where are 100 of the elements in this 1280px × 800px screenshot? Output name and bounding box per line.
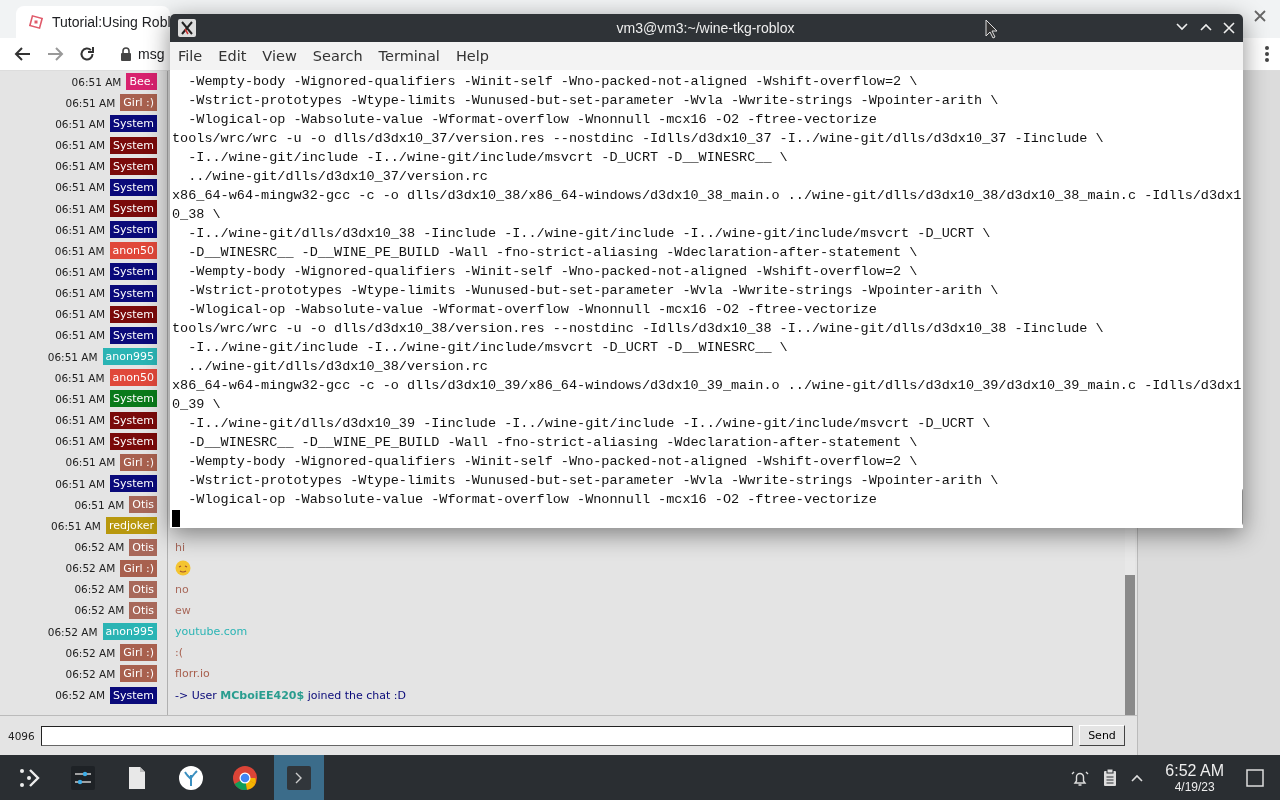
user-name: Girl :) — [120, 453, 157, 471]
terminal-line: -Wlogical-op -Wabsolute-value -Wformat-overflow -Wnonnull -mcx16 -O2 -ftree-vectorize — [187, 491, 878, 509]
window-title: vm3@vm3:~/wine-tkg-roblox — [616, 20, 795, 36]
terminal-line: -I../wine-git/dlls/d3dx10_39 -Iinclude -I../wine-git/include -I../wine-git/include/msvcrt -D_UCRT \ — [187, 415, 992, 433]
terminal-line: ../wine-git/dlls/d3dx10_37/version.rc — [187, 168, 489, 186]
message-time: 06:51 AM — [55, 223, 105, 236]
browser-tab[interactable]: Tutorial:Using Robl — [16, 6, 170, 38]
terminal-line: -Wlogical-op -Wabsolute-value -Wformat-overflow -Wnonnull -mcx16 -O2 -ftree-vectorize — [187, 301, 878, 319]
chat-message: hi — [175, 540, 186, 554]
user-name: Bee. — [126, 73, 157, 91]
menu-item[interactable]: Search — [304, 48, 371, 64]
terminal-line: -Wlogical-op -Wabsolute-value -Wformat-overflow -Wnonnull -mcx16 -O2 -ftree-vectorize — [187, 111, 878, 129]
user-name: System — [109, 115, 157, 133]
user-name: Girl :) — [120, 644, 157, 662]
chat-message: no — [175, 582, 189, 596]
user-name: anon50 — [109, 242, 157, 260]
message-time: 06:51 AM — [55, 202, 105, 215]
message-time: 06:51 AM — [55, 329, 105, 342]
menu-item[interactable]: View — [254, 48, 305, 64]
terminal-line: -Wstrict-prototypes -Wtype-limits -Wunused-but-set-parameter -Wvla -Wwrite-strings -Wpointer-arith \ — [187, 92, 1000, 110]
reload-icon — [78, 45, 96, 63]
mouse-pointer-icon — [985, 19, 999, 39]
terminal-line: -I../wine-git/include -I../wine-git/include/msvcrt -D_UCRT -D__WINESRC__ \ — [187, 149, 789, 167]
user-name: anon50 — [109, 369, 157, 387]
user-name: System — [109, 475, 157, 493]
terminal-line: tools/wrc/wrc -u -o dlls/d3dx10_37/version.res --nostdinc -Idlls/d3dx10_37 -I../wine-git/dlls/d3dx10_37 -Iinclude \ — [172, 130, 1105, 148]
terminal-line: tools/wrc/wrc -u -o dlls/d3dx10_38/version.res --nostdinc -Idlls/d3dx10_38 -I../wine-git/dlls/d3dx10_38 -Iinclude \ — [172, 320, 1105, 338]
message-field[interactable] — [40, 725, 1073, 746]
caret-up-icon[interactable] — [1131, 773, 1144, 782]
menu-item[interactable]: File — [170, 48, 211, 64]
chat-message: florr.io — [175, 667, 210, 681]
user-name: System — [109, 326, 157, 344]
message-time: 06:51 AM — [65, 96, 116, 109]
message-time: 06:51 AM — [55, 266, 105, 278]
message-time: 06:51 AM — [55, 139, 105, 152]
terminal-icon — [287, 765, 311, 790]
browser-icon — [233, 765, 257, 790]
user-name: System — [109, 200, 157, 217]
message-time: 06:51 AM — [74, 498, 125, 511]
forward-arrow-icon — [46, 45, 64, 63]
terminal-line: -I../wine-git/include -I../wine-git/include/msvcrt -D_UCRT -D__WINESRC__ \ — [187, 339, 789, 357]
message-time: 06:52 AM — [74, 583, 125, 596]
show-desktop-icon[interactable] — [1246, 768, 1264, 787]
terminal-line: -I../wine-git/dlls/d3dx10_38 -Iinclude -I../wine-git/include -I../wine-git/include/msvcrt -D_UCRT \ — [187, 225, 992, 243]
user-name: System — [109, 221, 157, 239]
chat-message: -> User MCboiEE420$ joined the chat :D — [175, 688, 406, 702]
user-name: System — [109, 411, 157, 429]
message-time: 06:51 AM — [55, 392, 105, 405]
message-time: 06:51 AM — [54, 371, 105, 384]
text-cursor — [172, 510, 180, 527]
user-name: System — [109, 390, 157, 408]
message-time: 06:52 AM — [74, 604, 125, 617]
user-name: Girl :) — [120, 665, 157, 683]
close-icon[interactable] — [1254, 10, 1266, 22]
clock-date[interactable]: 4/19/23 — [1174, 779, 1215, 794]
chat-message: youtube.com — [175, 625, 248, 639]
message-time: 06:51 AM — [51, 519, 101, 532]
send-button[interactable]: Send — [1079, 725, 1125, 746]
terminal-line: x86_64-w64-mingw32-gcc -c -o dlls/d3dx10_39/x86_64-windows/d3dx10_39_main.o ../wine-git/dlls/d3dx10_39/d3dx10_39_main.c -Idlls/d3dx1 — [172, 377, 1242, 395]
terminal-line: -Wstrict-prototypes -Wtype-limits -Wunused-but-set-parameter -Wvla -Wwrite-strings -Wpointer-arith \ — [187, 282, 1000, 300]
sliders-icon — [71, 765, 95, 790]
user-name: System — [109, 136, 157, 154]
message-time: 06:51 AM — [47, 350, 98, 363]
maximize-icon[interactable] — [1199, 22, 1213, 32]
message-time: 06:52 AM — [65, 667, 116, 680]
back-arrow-icon — [14, 45, 32, 63]
message-time: 06:51 AM — [55, 308, 105, 321]
user-name: Girl :) — [120, 94, 157, 112]
message-time: 06:52 AM — [74, 541, 125, 553]
menu-icon[interactable] — [1264, 45, 1270, 63]
menu-item[interactable]: Help — [447, 48, 497, 64]
address-text[interactable]: msg — [138, 46, 165, 62]
user-name: Otis — [129, 496, 157, 514]
user-name: Otis — [129, 602, 157, 619]
character-counter: 4096 — [8, 729, 35, 742]
message-time: 06:51 AM — [55, 435, 105, 448]
menu-item[interactable]: Edit — [210, 48, 255, 64]
terminal-line: x86_64-w64-mingw32-gcc -c -o dlls/d3dx10_38/x86_64-windows/d3dx10_38_main.o ../wine-git/dlls/d3dx10_38/d3dx10_38_main.c -Idlls/d3dx1 — [172, 187, 1242, 205]
scrollbar[interactable] — [1125, 528, 1135, 715]
menu-item[interactable]: Terminal — [370, 48, 448, 64]
user-name: anon995 — [102, 623, 157, 641]
message-time: 06:51 AM — [65, 456, 116, 469]
terminal-line: -Wstrict-prototypes -Wtype-limits -Wunused-but-set-parameter -Wvla -Wwrite-strings -Wpointer-arith \ — [187, 472, 1000, 490]
user-name: Otis — [129, 538, 157, 556]
message-time: 06:52 AM — [65, 562, 116, 575]
message-time: 06:51 AM — [55, 414, 105, 427]
user-name: System — [109, 157, 157, 175]
terminal-line: -Wempty-body -Wignored-qualifiers -Winit-self -Wno-packed-not-aligned -Wshift-overflow=2 \ — [187, 453, 919, 471]
terminal-line: -D__WINESRC__ -D__WINE_PE_BUILD -Wall -fno-strict-aliasing -Wdeclaration-after-statement \ — [187, 244, 919, 262]
message-time: 06:51 AM — [55, 160, 105, 173]
minimize-icon[interactable] — [1175, 22, 1189, 32]
clipboard-icon[interactable] — [1103, 768, 1118, 787]
user-name: System — [109, 432, 157, 450]
chat-message: :( — [175, 646, 183, 660]
message-time: 06:51 AM — [55, 287, 105, 300]
message-time: 06:51 AM — [55, 477, 105, 490]
message-time: 06:52 AM — [47, 625, 98, 638]
clock-time[interactable]: 6:52 AM — [1165, 761, 1224, 780]
smiley-icon — [175, 560, 191, 577]
chat-message: ew — [175, 604, 191, 617]
